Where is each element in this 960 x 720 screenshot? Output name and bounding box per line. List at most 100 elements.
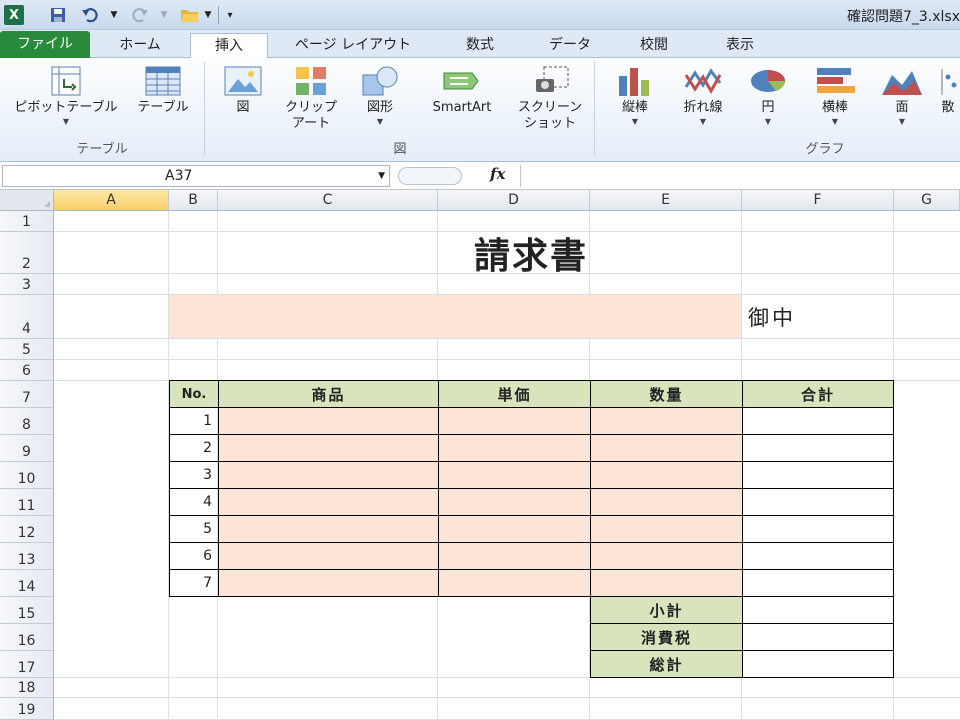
column-header-f[interactable]: F xyxy=(742,190,894,211)
product-cell[interactable] xyxy=(218,407,439,435)
name-box[interactable]: A37 ▼ xyxy=(2,165,390,187)
item-number[interactable]: 1 xyxy=(169,407,219,435)
quantity-cell[interactable] xyxy=(590,515,743,543)
tab-formulas[interactable]: 数式 xyxy=(440,33,520,58)
unit-price-cell[interactable] xyxy=(438,542,591,570)
screenshot-button[interactable]: スクリーン ショット xyxy=(510,62,590,132)
tab-home[interactable]: ホーム xyxy=(100,33,180,58)
unit-price-cell[interactable] xyxy=(438,407,591,435)
row-header[interactable]: 9 xyxy=(0,435,54,462)
subtotal-value[interactable] xyxy=(742,596,894,624)
column-header-g[interactable]: G xyxy=(894,190,960,211)
unit-price-cell[interactable] xyxy=(438,569,591,597)
column-header-c[interactable]: C xyxy=(218,190,438,211)
bar-chart-button[interactable]: 横棒 ▼ xyxy=(802,62,868,128)
row-header[interactable]: 11 xyxy=(0,489,54,516)
total-cell[interactable] xyxy=(742,488,894,516)
total-cell[interactable] xyxy=(742,461,894,489)
tab-file[interactable]: ファイル xyxy=(0,31,90,58)
row-header[interactable]: 8 xyxy=(0,408,54,435)
quantity-cell[interactable] xyxy=(590,488,743,516)
formula-input[interactable] xyxy=(524,165,958,187)
column-header-d[interactable]: D xyxy=(438,190,590,211)
row-header[interactable]: 3 xyxy=(0,274,54,295)
clipart-button[interactable]: クリップ アート xyxy=(278,62,344,132)
recipient-input[interactable] xyxy=(169,295,741,338)
total-cell[interactable] xyxy=(742,434,894,462)
unit-price-cell[interactable] xyxy=(438,461,591,489)
area-chart-button[interactable]: 面 ▼ xyxy=(872,62,932,128)
row-header[interactable]: 13 xyxy=(0,543,54,570)
total-cell[interactable] xyxy=(742,407,894,435)
row-header[interactable]: 16 xyxy=(0,624,54,651)
quantity-cell[interactable] xyxy=(590,569,743,597)
redo-icon[interactable] xyxy=(130,5,150,25)
quantity-cell[interactable] xyxy=(590,542,743,570)
tab-data[interactable]: データ xyxy=(530,33,610,58)
unit-price-cell[interactable] xyxy=(438,434,591,462)
row-header[interactable]: 14 xyxy=(0,570,54,597)
row-header[interactable]: 6 xyxy=(0,360,54,381)
table-button[interactable]: テーブル xyxy=(130,62,196,116)
quantity-cell[interactable] xyxy=(590,461,743,489)
row-header[interactable]: 18 xyxy=(0,678,54,698)
item-number[interactable]: 3 xyxy=(169,461,219,489)
save-icon[interactable] xyxy=(48,5,68,25)
grand-total-value[interactable] xyxy=(742,650,894,678)
row-header[interactable]: 15 xyxy=(0,597,54,624)
line-chart-button[interactable]: 折れ線 ▼ xyxy=(670,62,736,128)
quantity-cell[interactable] xyxy=(590,407,743,435)
total-cell[interactable] xyxy=(742,569,894,597)
column-header-b[interactable]: B xyxy=(169,190,218,211)
select-all-corner[interactable] xyxy=(0,190,54,211)
row-header[interactable]: 1 xyxy=(0,211,54,232)
column-chart-button[interactable]: 縦棒 ▼ xyxy=(602,62,668,128)
redo-dropdown-icon[interactable]: ▼ xyxy=(158,5,170,25)
pie-chart-button[interactable]: 円 ▼ xyxy=(738,62,798,128)
row-header[interactable]: 17 xyxy=(0,651,54,678)
product-cell[interactable] xyxy=(218,434,439,462)
row-header[interactable]: 4 xyxy=(0,295,54,339)
row-header[interactable]: 5 xyxy=(0,339,54,360)
item-number[interactable]: 5 xyxy=(169,515,219,543)
pivot-table-button[interactable]: ピボットテーブル ▼ xyxy=(4,62,128,128)
open-folder-icon[interactable] xyxy=(180,5,200,25)
tab-view[interactable]: 表示 xyxy=(700,33,780,58)
unit-price-cell[interactable] xyxy=(438,488,591,516)
chevron-down-icon[interactable]: ▼ xyxy=(378,166,385,186)
product-cell[interactable] xyxy=(218,461,439,489)
unit-price-cell[interactable] xyxy=(438,515,591,543)
spreadsheet-grid[interactable]: A B C D E F G 1 2 3 4 5 6 7 8 9 10 11 12… xyxy=(0,190,960,720)
column-header-a[interactable]: A xyxy=(54,190,169,211)
tab-page-layout[interactable]: ページ レイアウト xyxy=(278,33,428,58)
excel-icon[interactable]: X xyxy=(4,5,24,25)
undo-icon[interactable] xyxy=(80,5,100,25)
row-header[interactable]: 7 xyxy=(0,381,54,408)
column-header-e[interactable]: E xyxy=(590,190,742,211)
row-header[interactable]: 2 xyxy=(0,232,54,274)
quantity-cell[interactable] xyxy=(590,434,743,462)
row-header[interactable]: 19 xyxy=(0,698,54,720)
row-header[interactable]: 10 xyxy=(0,462,54,489)
tab-insert[interactable]: 挿入 xyxy=(190,33,268,59)
open-dropdown-icon[interactable]: ▼ xyxy=(202,5,214,25)
product-cell[interactable] xyxy=(218,488,439,516)
item-number[interactable]: 4 xyxy=(169,488,219,516)
scatter-chart-button[interactable]: 散 xyxy=(936,62,960,116)
total-cell[interactable] xyxy=(742,542,894,570)
smartart-button[interactable]: SmartArt xyxy=(414,62,510,116)
total-cell[interactable] xyxy=(742,515,894,543)
item-number[interactable]: 6 xyxy=(169,542,219,570)
customize-toolbar-icon[interactable]: ▾ xyxy=(224,5,236,25)
tax-value[interactable] xyxy=(742,623,894,651)
picture-button[interactable]: 図 xyxy=(212,62,274,116)
product-cell[interactable] xyxy=(218,542,439,570)
product-cell[interactable] xyxy=(218,569,439,597)
shapes-button[interactable]: 図形 ▼ xyxy=(348,62,412,128)
insert-function-icon[interactable]: fx xyxy=(490,165,505,183)
item-number[interactable]: 7 xyxy=(169,569,219,597)
product-cell[interactable] xyxy=(218,515,439,543)
item-number[interactable]: 2 xyxy=(169,434,219,462)
formula-bar-splitter[interactable] xyxy=(398,167,462,185)
tab-review[interactable]: 校閲 xyxy=(614,33,694,58)
